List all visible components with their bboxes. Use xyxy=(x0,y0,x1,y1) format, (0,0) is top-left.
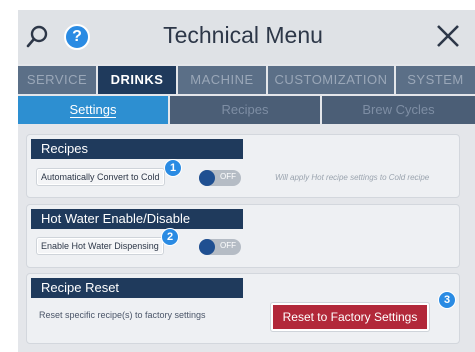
hot-water-heading: Hot Water Enable/Disable xyxy=(31,209,243,229)
hot-water-dispensing-toggle[interactable]: OFF xyxy=(199,239,241,255)
callout-3: 3 xyxy=(438,291,456,309)
sub-tabs: Settings Recipes Brew Cycles xyxy=(18,96,475,124)
tab-service[interactable]: SERVICE xyxy=(18,66,96,94)
recipes-panel: Recipes Automatically Convert to Cold 1 … xyxy=(26,134,460,198)
callout-2: 2 xyxy=(161,228,179,246)
subtab-settings[interactable]: Settings xyxy=(18,96,168,124)
page-title: Technical Menu xyxy=(163,22,323,48)
auto-convert-cold-label: Automatically Convert to Cold xyxy=(37,169,164,185)
recipes-heading: Recipes xyxy=(31,139,243,159)
toggle-knob xyxy=(199,239,215,255)
toggle-state: OFF xyxy=(220,241,236,250)
recipe-reset-heading: Recipe Reset xyxy=(31,278,243,298)
technical-menu-screen: ? Technical Menu SERVICE DRINKS MACHINE … xyxy=(18,10,475,352)
close-icon[interactable] xyxy=(435,23,461,49)
tab-system[interactable]: SYSTEM xyxy=(396,66,475,94)
subtab-brew-cycles[interactable]: Brew Cycles xyxy=(322,96,475,124)
reset-factory-settings-button[interactable]: Reset to Factory Settings xyxy=(271,303,429,331)
main-tabs: SERVICE DRINKS MACHINE CUSTOMIZATION SYS… xyxy=(18,66,475,94)
recipe-reset-description: Reset specific recipe(s) to factory sett… xyxy=(39,310,206,320)
tab-machine[interactable]: MACHINE xyxy=(178,66,266,94)
hot-water-panel: Hot Water Enable/Disable Enable Hot Wate… xyxy=(26,204,460,268)
toggle-state: OFF xyxy=(220,172,236,181)
callout-1: 1 xyxy=(164,159,182,177)
search-icon[interactable] xyxy=(26,24,50,50)
subtab-recipes[interactable]: Recipes xyxy=(170,96,320,124)
auto-convert-cold-hint: Will apply Hot recipe settings to Cold r… xyxy=(275,173,430,182)
auto-convert-cold-toggle[interactable]: OFF xyxy=(199,170,241,186)
header: ? Technical Menu xyxy=(18,10,475,64)
tab-drinks[interactable]: DRINKS xyxy=(98,66,176,94)
toggle-knob xyxy=(199,170,215,186)
tab-customization[interactable]: CUSTOMIZATION xyxy=(268,66,394,94)
help-icon[interactable]: ? xyxy=(64,24,90,50)
hot-water-dispensing-label: Enable Hot Water Dispensing xyxy=(37,238,163,254)
recipe-reset-panel: Recipe Reset Reset specific recipe(s) to… xyxy=(26,273,460,344)
